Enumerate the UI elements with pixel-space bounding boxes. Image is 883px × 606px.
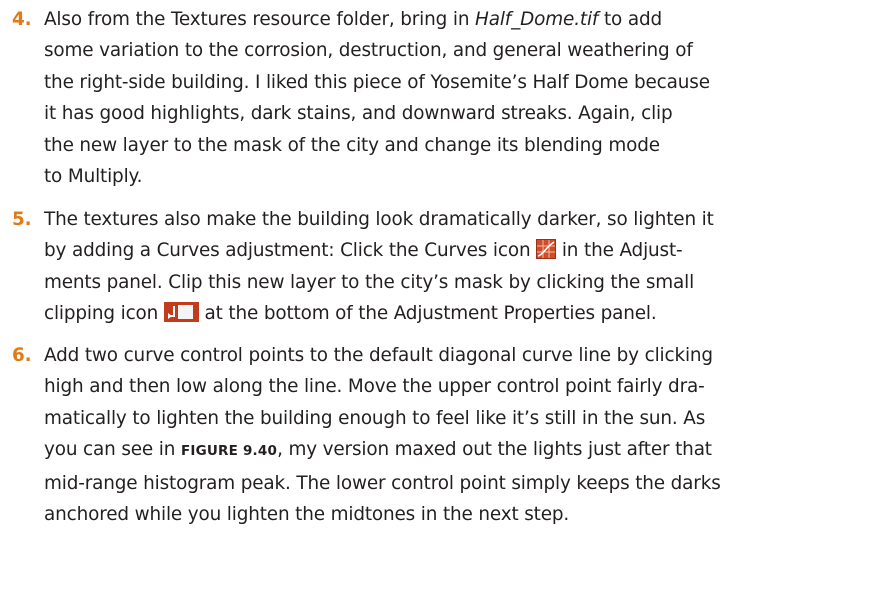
step-4-line-6: to Multiply. bbox=[44, 166, 143, 188]
clipping-icon bbox=[163, 302, 199, 323]
step-6-line-6: anchored while you lighten the midtones … bbox=[44, 504, 570, 526]
step-4-number: 4. bbox=[12, 9, 32, 30]
step-5: 5. The textures also make the building l… bbox=[12, 204, 872, 330]
step-6-line-4: you can see in FIGURE 9.40, my version m… bbox=[44, 439, 712, 461]
document-page: 4. Also from the Textures resource folde… bbox=[0, 0, 883, 606]
step-6-line-5: mid-range histogram peak. The lower cont… bbox=[44, 472, 721, 494]
step-6: 6. Add two curve control points to the d… bbox=[12, 340, 872, 530]
step-4-line-2: some variation to the corrosion, destruc… bbox=[44, 40, 693, 62]
step-4-line-3: the right-side building. I liked this pi… bbox=[44, 71, 710, 93]
curves-icon bbox=[536, 239, 557, 260]
filename-half-dome: Half_Dome.tif bbox=[475, 9, 599, 30]
step-6-line-1: Add two curve control points to the defa… bbox=[44, 345, 713, 366]
step-4-line-4: it has good highlights, dark stains, and… bbox=[44, 103, 673, 125]
step-5-line-1: The textures also make the building look… bbox=[44, 209, 714, 230]
step-5-line-2: by adding a Curves adjustment: Click the… bbox=[44, 239, 683, 262]
step-5-number: 5. bbox=[12, 209, 32, 230]
step-4: 4. Also from the Textures resource folde… bbox=[12, 4, 872, 192]
step-4-line-1: Also from the Textures resource folder, … bbox=[44, 9, 662, 30]
figure-reference: FIGURE 9.40 bbox=[180, 443, 278, 460]
step-5-line-4: clipping icon at the bottom of the Adjus… bbox=[44, 302, 657, 325]
step-6-number: 6. bbox=[12, 345, 32, 366]
step-6-line-3: matically to lighten the building enough… bbox=[44, 407, 706, 429]
step-5-line-3: ments panel. Clip this new layer to the … bbox=[44, 271, 695, 293]
step-6-line-2: high and then low along the line. Move t… bbox=[44, 376, 705, 398]
step-4-line-5: the new layer to the mask of the city an… bbox=[44, 134, 660, 156]
